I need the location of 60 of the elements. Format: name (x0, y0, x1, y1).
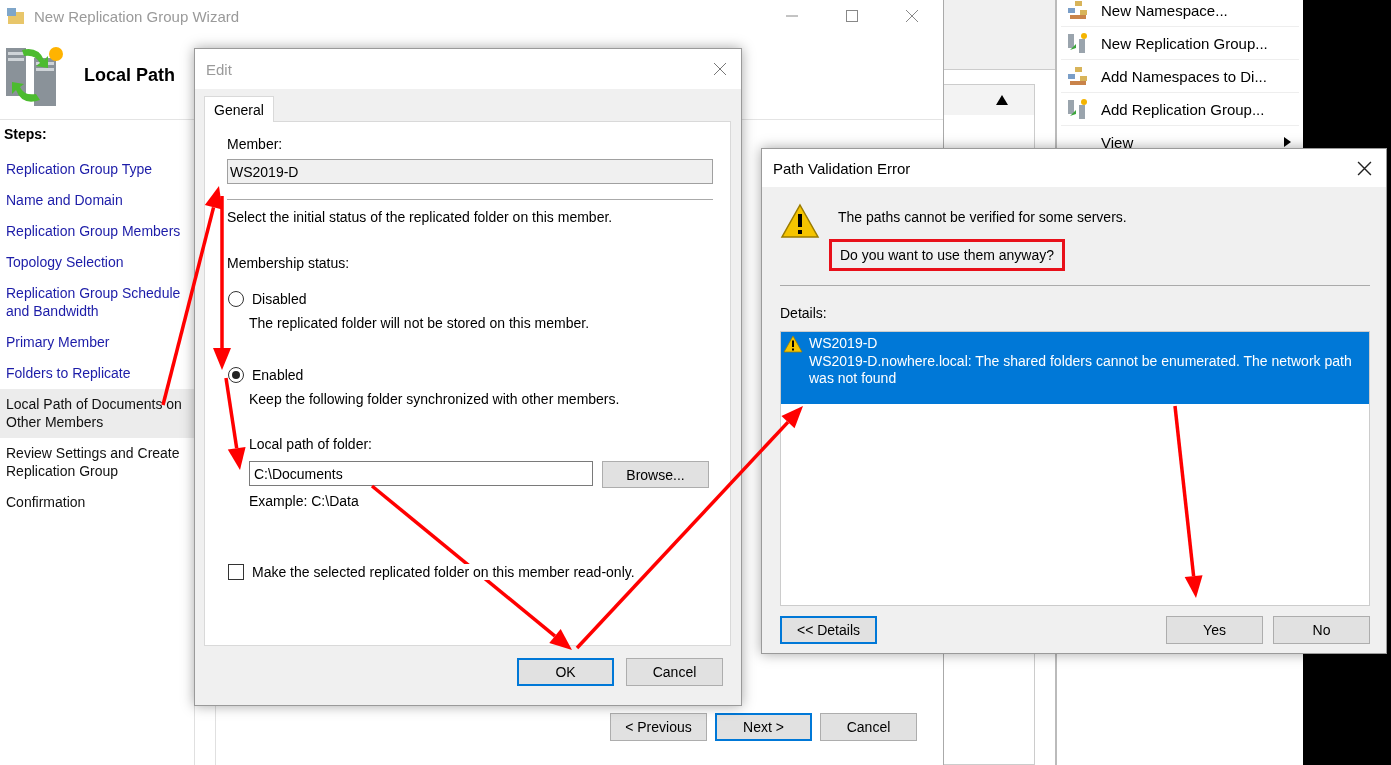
sort-up-icon (996, 95, 1008, 105)
field-label: Member: (227, 136, 284, 153)
details-row[interactable]: WS2019-D WS2019-D.nowhere.local: The shared folders cannot be enumerated. The network path was not found (781, 332, 1369, 404)
dialog-button[interactable]: No (1273, 616, 1370, 644)
option-description: Keep the following folder synchronized with other members. (249, 391, 621, 408)
instruction-text: Select the initial status of the replicated folder on this member. (227, 209, 614, 226)
maximize-icon[interactable] (845, 9, 859, 23)
checkbox[interactable] (228, 564, 244, 580)
action-item[interactable]: New Replication Group... (1061, 27, 1299, 60)
step-item: Replication Group Members (5, 222, 182, 241)
dialog-button[interactable]: Cancel (626, 658, 723, 686)
member-field[interactable]: WS2019-D (227, 159, 713, 184)
dialog-button[interactable]: << Details (780, 616, 877, 644)
wizard-button[interactable]: < Previous (610, 713, 707, 741)
field-label: Local path of folder: (249, 436, 373, 453)
dialog-title: Path Validation Error (773, 159, 912, 177)
step-item: Replication Group Schedule and Bandwidth (5, 284, 182, 321)
wizard-button[interactable]: Cancel (820, 713, 917, 741)
wizard-button[interactable]: Next > (715, 713, 812, 741)
step-item: Local Path of Documents on Other Members (0, 389, 194, 438)
option-description: The replicated folder will not be stored on this member. (249, 315, 591, 332)
wizard-app-icon (6, 7, 26, 25)
step-item: Topology Selection (5, 253, 125, 272)
close-icon[interactable] (1357, 160, 1372, 176)
option-label: Enabled (252, 367, 304, 383)
step-item: Name and Domain (5, 191, 124, 210)
section-label: Membership status: (227, 255, 351, 272)
warning-icon (783, 335, 803, 353)
namespace-icon (1067, 0, 1089, 20)
step-item: Primary Member (5, 333, 111, 352)
action-item[interactable]: Add Namespaces to Di... (1061, 60, 1299, 93)
checkbox-label: Make the selected replicated folder on this member read-only. (252, 564, 635, 580)
warning-icon (780, 203, 820, 239)
radio-button[interactable] (228, 367, 244, 383)
option-label: Disabled (252, 291, 307, 307)
action-item[interactable]: Add Replication Group... (1061, 93, 1299, 126)
details-label: Details: (780, 305, 828, 322)
step-item: Confirmation (5, 493, 87, 512)
replication-icon (1067, 32, 1089, 54)
dialog-button[interactable]: OK (517, 658, 614, 686)
question-text: Do you want to use them anyway? (829, 239, 1065, 271)
step-item: Folders to Replicate (5, 364, 132, 383)
window-title: New Replication Group Wizard (34, 7, 241, 25)
page-heading: Local Path (84, 65, 176, 86)
dialog-title: Edit (206, 60, 233, 78)
tab[interactable]: General (204, 96, 274, 122)
example-text: Example: C:\Data (249, 493, 360, 510)
error-text: WS2019-D.nowhere.local: The shared folders cannot be enumerated. The network path was not found (809, 352, 1353, 388)
action-item[interactable]: New Namespace... (1061, 0, 1299, 27)
radio-button[interactable] (228, 291, 244, 307)
step-item: Replication Group Type (5, 160, 154, 179)
path-field[interactable]: C:\Documents (249, 461, 593, 486)
steps-heading: Steps: (3, 126, 48, 142)
browse-button[interactable]: Browse... (602, 461, 709, 488)
server-name: WS2019-D (809, 335, 879, 353)
message-text: The paths cannot be verified for some servers. (838, 209, 1127, 225)
replication-icon (1067, 98, 1089, 120)
step-item: Review Settings and Create Replication Group (5, 444, 181, 481)
dialog-button[interactable]: Yes (1166, 616, 1263, 644)
namespace-icon (1067, 66, 1089, 86)
